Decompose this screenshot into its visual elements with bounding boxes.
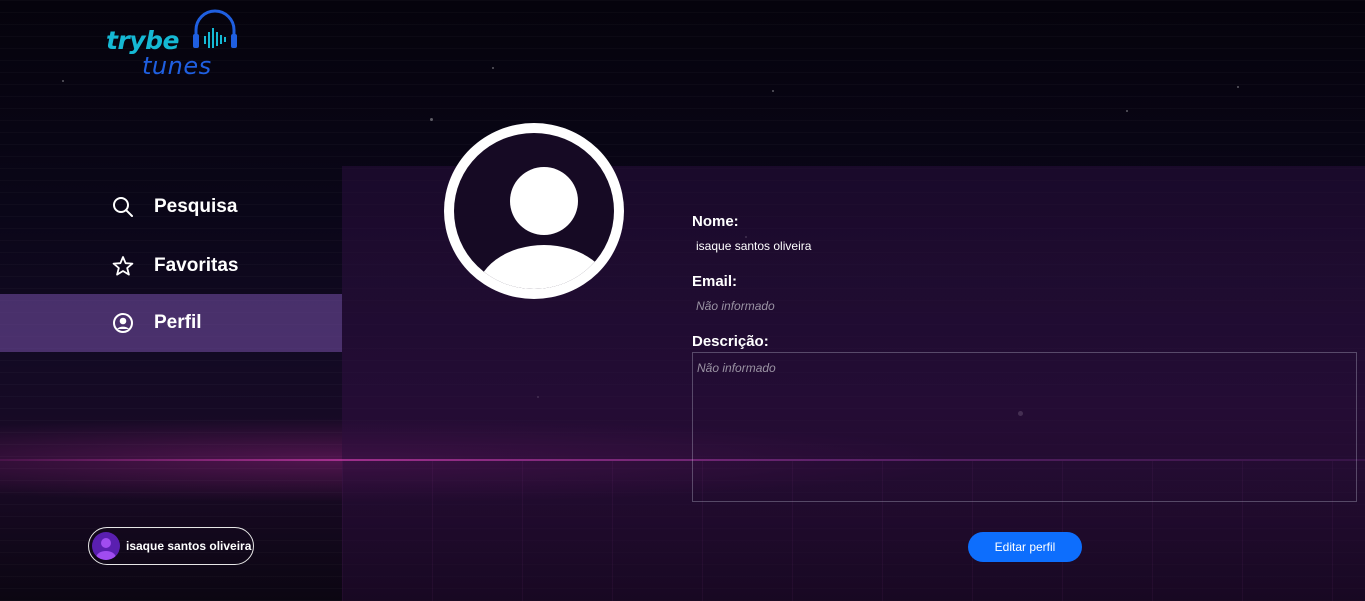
logo-text-bottom: tunes bbox=[142, 52, 212, 80]
profile-picture bbox=[444, 123, 624, 299]
search-icon bbox=[112, 196, 134, 218]
description-label: Descrição: bbox=[692, 333, 769, 350]
sidebar-item-pesquisa[interactable]: Pesquisa bbox=[0, 178, 342, 236]
sidebar-item-perfil[interactable]: Perfil bbox=[0, 294, 342, 352]
description-box: Não informado bbox=[692, 352, 1357, 502]
user-profile-chip[interactable]: isaque santos oliveira bbox=[88, 527, 254, 565]
background-star bbox=[772, 90, 774, 92]
user-circle-icon bbox=[112, 312, 134, 334]
sidebar-item-label: Pesquisa bbox=[154, 196, 238, 217]
background-star bbox=[492, 67, 494, 69]
trybe-tunes-logo[interactable]: trybe tunes bbox=[106, 6, 246, 82]
sidebar-item-label: Perfil bbox=[154, 312, 202, 333]
star-icon bbox=[112, 255, 134, 277]
email-value: Não informado bbox=[696, 299, 775, 313]
background-star bbox=[430, 118, 433, 121]
headphones-icon bbox=[193, 9, 237, 48]
background-star bbox=[1237, 86, 1239, 88]
email-label: Email: bbox=[692, 273, 738, 290]
sidebar-item-label: Favoritas bbox=[154, 255, 239, 276]
default-avatar-icon bbox=[454, 133, 614, 289]
sidebar-item-favoritas[interactable]: Favoritas bbox=[0, 237, 342, 295]
sidebar: trybe tunes Pesquisa Favoritas Perfil is… bbox=[0, 0, 342, 601]
user-name: isaque santos oliveira bbox=[126, 539, 252, 553]
name-value: isaque santos oliveira bbox=[696, 239, 812, 253]
user-avatar-icon bbox=[92, 532, 120, 560]
description-value: Não informado bbox=[697, 361, 776, 375]
logo-text-top: trybe bbox=[106, 26, 179, 55]
edit-profile-button[interactable]: Editar perfil bbox=[968, 532, 1082, 562]
background-star bbox=[1126, 110, 1128, 112]
name-label: Nome: bbox=[692, 213, 739, 230]
